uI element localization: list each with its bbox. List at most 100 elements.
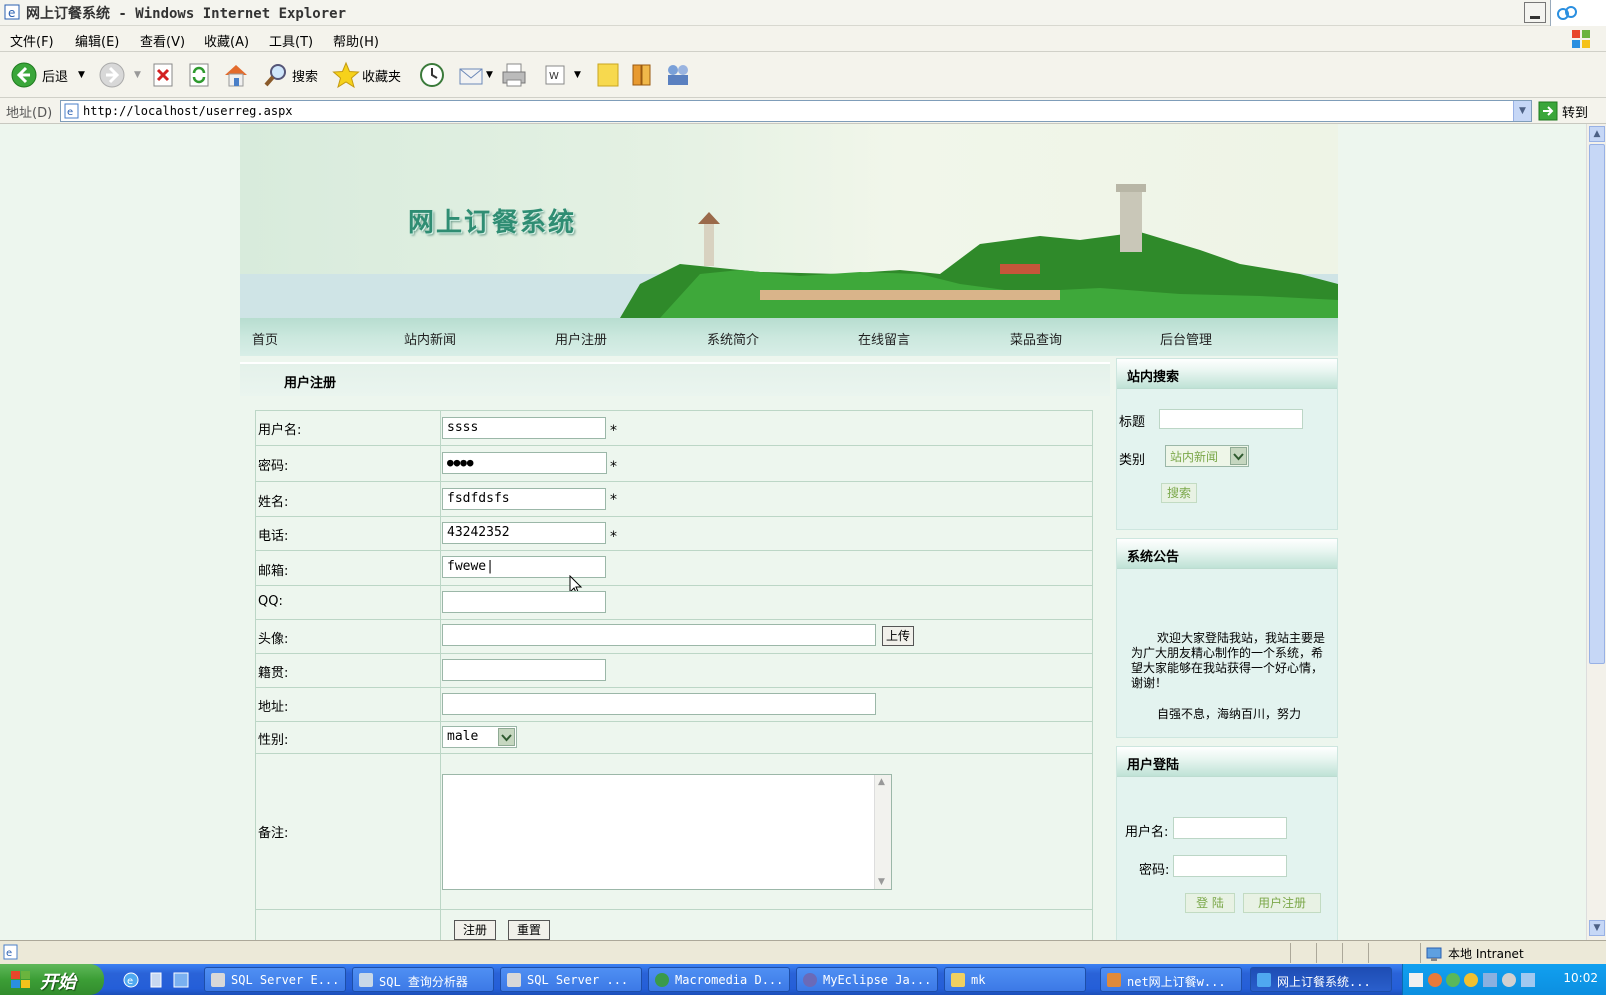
- sidebar-search-button[interactable]: 搜索: [1161, 483, 1197, 503]
- messenger-button[interactable]: [664, 60, 692, 90]
- minimize-button[interactable]: [1524, 2, 1546, 23]
- forward-dropdown-icon[interactable]: ▼: [134, 70, 141, 80]
- status-divider: [1290, 943, 1291, 963]
- edit-dropdown-icon[interactable]: ▼: [574, 70, 581, 80]
- cloud-widget[interactable]: [1550, 0, 1606, 26]
- search-category-select[interactable]: 站内新闻: [1165, 445, 1249, 467]
- scrollbar-thumb[interactable]: [1589, 144, 1605, 664]
- scroll-up-icon[interactable]: ▲: [878, 777, 885, 787]
- nav-about[interactable]: 系统简介: [707, 329, 759, 348]
- search-category-value: 站内新闻: [1170, 450, 1219, 464]
- notice-paragraph: 欢迎大家登陆我站，我站主要是为广大朋友精心制作的一个系统，希望大家能够在我站获得…: [1131, 631, 1326, 690]
- taskbar-item[interactable]: SQL Server ...: [500, 967, 642, 992]
- login-button[interactable]: 登 陆: [1185, 893, 1235, 913]
- avatar-label: 头像:: [258, 632, 289, 647]
- upload-button[interactable]: 上传: [882, 626, 914, 646]
- tray-icons[interactable]: [1409, 971, 1559, 989]
- nav-guestbook[interactable]: 在线留言: [858, 329, 910, 348]
- dreamweaver-icon: [655, 973, 669, 987]
- menu-edit[interactable]: 编辑(E): [75, 31, 119, 50]
- menu-help[interactable]: 帮助(H): [333, 31, 379, 50]
- search-button[interactable]: 搜索: [262, 60, 318, 90]
- menu-view[interactable]: 查看(V): [140, 31, 185, 50]
- history-button[interactable]: [418, 60, 446, 90]
- gender-select[interactable]: male: [442, 726, 517, 748]
- form-row-phone: 电话: 43242352 *: [256, 517, 1092, 551]
- submit-button[interactable]: 注册: [454, 920, 496, 940]
- quicklaunch-ie-icon[interactable]: e: [122, 971, 140, 989]
- refresh-button[interactable]: [188, 60, 212, 90]
- login-password-input[interactable]: [1173, 855, 1287, 877]
- row-separator: [440, 754, 441, 909]
- menu-tools[interactable]: 工具(T): [269, 31, 313, 50]
- menu-favorites[interactable]: 收藏(A): [204, 31, 249, 50]
- reset-button[interactable]: 重置: [508, 920, 550, 940]
- banner-landscape-image: [240, 184, 1338, 318]
- login-username-input[interactable]: [1173, 817, 1287, 839]
- nav-dish-search[interactable]: 菜品查询: [1010, 329, 1062, 348]
- nav-admin[interactable]: 后台管理: [1160, 329, 1212, 348]
- sidebar-notice-title: 系统公告: [1127, 550, 1180, 565]
- research-button[interactable]: [630, 60, 656, 90]
- windows-logo-icon: [11, 971, 30, 988]
- scroll-down-icon[interactable]: ▼: [1589, 920, 1605, 936]
- stop-button[interactable]: [152, 60, 176, 90]
- web-page: 网上订餐系统 首页 站内新闻 用户注册 系统简介 在线留言 菜品查询 后台管理 …: [240, 124, 1338, 940]
- security-zone[interactable]: 本地 Intranet: [1426, 945, 1524, 962]
- taskbar-item-label: net网上订餐w...: [1127, 975, 1226, 989]
- forward-button[interactable]: ▼: [98, 60, 141, 90]
- username-input[interactable]: ssss: [442, 417, 606, 439]
- name-required-mark: *: [610, 492, 617, 508]
- search-label: 搜索: [292, 69, 319, 85]
- remark-scrollbar[interactable]: ▲ ▼: [874, 775, 891, 889]
- nav-register[interactable]: 用户注册: [555, 329, 607, 348]
- mail-dropdown-icon[interactable]: ▼: [486, 70, 493, 80]
- name-input[interactable]: fsdfdsfs: [442, 488, 606, 510]
- back-dropdown-icon[interactable]: ▼: [78, 70, 85, 80]
- start-button[interactable]: 开始: [0, 964, 104, 995]
- taskbar-item-active[interactable]: 网上订餐系统...: [1250, 967, 1392, 992]
- form-row-address: 地址:: [256, 688, 1092, 722]
- taskbar-item[interactable]: SQL 查询分析器: [352, 967, 494, 992]
- nav-home[interactable]: 首页: [252, 329, 278, 348]
- print-button[interactable]: [500, 60, 528, 90]
- avatar-file-input[interactable]: [442, 624, 876, 646]
- taskbar-item[interactable]: MyEclipse Ja...: [796, 967, 938, 992]
- edit-button[interactable]: W ▼: [544, 60, 581, 90]
- taskbar-item[interactable]: Macromedia D...: [648, 967, 790, 992]
- taskbar-item[interactable]: SQL Server E...: [204, 967, 346, 992]
- site-nav: 首页 站内新闻 用户注册 系统简介 在线留言 菜品查询 后台管理: [240, 318, 1338, 356]
- hometown-input[interactable]: [442, 659, 606, 681]
- sidebar-search-header: 站内搜索: [1117, 359, 1337, 389]
- nav-news[interactable]: 站内新闻: [404, 329, 456, 348]
- address-dropdown-icon[interactable]: ▼: [1513, 101, 1531, 121]
- menu-file[interactable]: 文件(F): [10, 31, 54, 50]
- category-dropdown-icon[interactable]: [1230, 447, 1247, 465]
- mail-button[interactable]: ▼: [458, 60, 493, 90]
- quicklaunch-app-icon[interactable]: [172, 971, 190, 989]
- password-input[interactable]: ●●●●: [442, 452, 607, 474]
- status-divider: [1316, 943, 1317, 963]
- remark-textarea[interactable]: ▲ ▼: [442, 774, 892, 890]
- back-button[interactable]: 后退 ▼: [10, 60, 85, 90]
- address-field-input[interactable]: [442, 693, 876, 715]
- login-password-label: 密码:: [1139, 863, 1170, 878]
- sidebar-register-button[interactable]: 用户注册: [1243, 893, 1321, 913]
- sql-server-icon: [507, 973, 521, 987]
- scroll-up-icon[interactable]: ▲: [1589, 126, 1605, 142]
- search-title-input[interactable]: [1159, 409, 1303, 429]
- note-button[interactable]: [596, 60, 622, 90]
- quicklaunch-db-icon[interactable]: [148, 971, 164, 989]
- favorites-button[interactable]: 收藏夹: [332, 60, 401, 90]
- phone-input[interactable]: 43242352: [442, 522, 606, 544]
- page-scrollbar[interactable]: ▲ ▼: [1586, 124, 1606, 940]
- gender-dropdown-icon[interactable]: [498, 728, 515, 746]
- go-button[interactable]: 转到: [1538, 101, 1588, 121]
- taskbar-item[interactable]: mk: [944, 967, 1086, 992]
- qq-input[interactable]: [442, 591, 606, 613]
- home-button[interactable]: [222, 60, 250, 90]
- history-icon: [420, 63, 444, 87]
- taskbar-item[interactable]: net网上订餐w...: [1100, 967, 1242, 992]
- scroll-down-icon[interactable]: ▼: [878, 877, 885, 887]
- address-input[interactable]: e http://localhost/userreg.aspx ▼: [60, 100, 1532, 122]
